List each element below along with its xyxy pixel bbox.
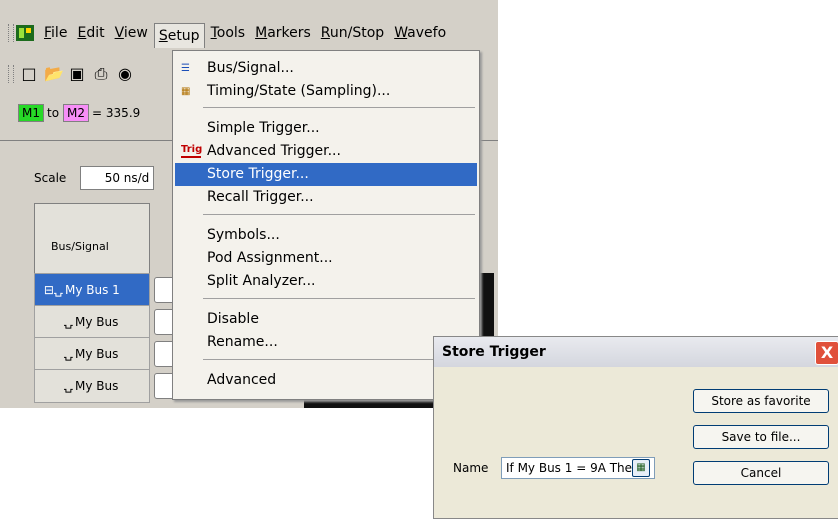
store-as-favorite-button[interactable]: Store as favorite (693, 389, 829, 413)
store-trigger-dialog: Store Trigger X Name If My Bus 1 = 9A Th… (433, 336, 838, 519)
menu-view[interactable]: View (111, 22, 152, 44)
marker-delta-value: = 335.9 (92, 106, 141, 120)
signal-name: My Bus (75, 347, 119, 361)
name-label: Name (453, 461, 489, 475)
marker-to-label: to (47, 106, 60, 120)
toolbar-grip[interactable] (8, 65, 14, 83)
menu-item-label: Advanced (207, 372, 277, 388)
signal-name: My Bus 1 (65, 283, 120, 297)
bus-bit-icon: ⍽ (63, 347, 73, 361)
menu-item-label: Timing/State (Sampling)... (207, 83, 391, 99)
menu-item-simple-trigger[interactable]: Simple Trigger... (175, 117, 477, 140)
tree-expand-icon[interactable]: ⊟⍽ (35, 283, 63, 297)
menu-item-label: Rename... (207, 334, 278, 350)
menu-markers[interactable]: Markers (251, 22, 315, 44)
menu-item-store-trigger[interactable]: Store Trigger... (175, 163, 477, 186)
menu-run-stop[interactable]: Run/Stop (317, 22, 388, 44)
signal-row[interactable]: ⍽ My Bus (34, 305, 150, 339)
signal-row[interactable]: ⍽ My Bus (34, 369, 150, 403)
find-icon[interactable]: ◉ (116, 65, 134, 83)
menu-item-label: Disable (207, 311, 259, 327)
menu-item-label: Symbols... (207, 227, 280, 243)
menu-item-recall-trigger[interactable]: Recall Trigger... (175, 186, 477, 209)
cancel-button[interactable]: Cancel (693, 461, 829, 485)
menu-waveform[interactable]: Wavefo (390, 22, 450, 44)
bus-signal-icon: ☰ (181, 63, 190, 74)
menu-item-label: Advanced Trigger... (207, 143, 341, 159)
menu-item-label: Recall Trigger... (207, 189, 314, 205)
bus-signal-header-label: Bus/Signal (51, 240, 109, 253)
menu-item-advanced[interactable]: Advanced (175, 369, 477, 392)
bus-bit-icon: ⍽ (63, 315, 73, 329)
menubar-grip[interactable] (8, 24, 14, 42)
marker-m2[interactable]: M2 (63, 104, 90, 122)
print-icon[interactable]: ⎙ (92, 65, 110, 83)
trig-icon: Trig (181, 144, 202, 158)
menu-item-advanced-trigger[interactable]: Trig Advanced Trigger... (175, 140, 477, 163)
menu-edit[interactable]: Edit (73, 22, 108, 44)
menubar: File Edit View Setup Tools Markers Run/S… (0, 20, 498, 48)
menu-item-label: Store Trigger... (207, 166, 309, 182)
menu-item-label: Split Analyzer... (207, 273, 316, 289)
marker-readout: M1 to M2 = 335.9 (18, 98, 178, 128)
menu-item-pod-assignment[interactable]: Pod Assignment... (175, 247, 477, 270)
marker-m1[interactable]: M1 (18, 104, 44, 122)
menu-tools[interactable]: Tools (207, 22, 250, 44)
menu-file[interactable]: File (40, 22, 71, 44)
analyzer-app-icon[interactable] (16, 25, 34, 41)
menu-item-split-analyzer[interactable]: Split Analyzer... (175, 270, 477, 293)
open-folder-icon[interactable]: 📂 (44, 65, 64, 83)
scale-input[interactable]: 50 ns/d (80, 166, 155, 190)
close-icon[interactable]: X (815, 341, 838, 365)
scale-label: Scale (34, 171, 67, 185)
scale-control: Scale 50 ns/d (34, 166, 155, 190)
menu-item-bus-signal[interactable]: ☰ Bus/Signal... (175, 57, 477, 80)
timing-state-icon: ▦ (181, 86, 191, 97)
menu-item-label: Bus/Signal... (207, 60, 294, 76)
new-file-icon[interactable]: □ (20, 65, 38, 83)
menu-separator (203, 298, 475, 299)
dialog-title: Store Trigger (442, 344, 546, 360)
save-to-file-button[interactable]: Save to file... (693, 425, 829, 449)
menu-item-label: Simple Trigger... (207, 120, 320, 136)
menu-item-symbols[interactable]: Symbols... (175, 224, 477, 247)
save-icon[interactable]: ▣ (68, 65, 86, 83)
signal-name: My Bus (75, 379, 119, 393)
bus-bit-icon: ⍽ (63, 379, 73, 393)
menu-item-timing-state[interactable]: ▦ Timing/State (Sampling)... (175, 80, 477, 103)
menu-item-rename[interactable]: Rename... (175, 331, 477, 354)
menu-item-disable[interactable]: Disable (175, 308, 477, 331)
signal-row[interactable]: ⍽ My Bus (34, 337, 150, 371)
menu-separator (203, 107, 475, 108)
menu-separator (203, 214, 475, 215)
menu-setup[interactable]: Setup (153, 22, 205, 48)
menu-item-label: Pod Assignment... (207, 250, 333, 266)
dialog-title-bar[interactable]: Store Trigger X (434, 337, 838, 367)
signal-row-my-bus-1[interactable]: ⊟⍽ My Bus 1 (34, 273, 150, 307)
signal-name: My Bus (75, 315, 119, 329)
bus-signal-header: Bus/Signal (34, 203, 150, 275)
calculator-icon[interactable]: ▦ (632, 459, 650, 477)
